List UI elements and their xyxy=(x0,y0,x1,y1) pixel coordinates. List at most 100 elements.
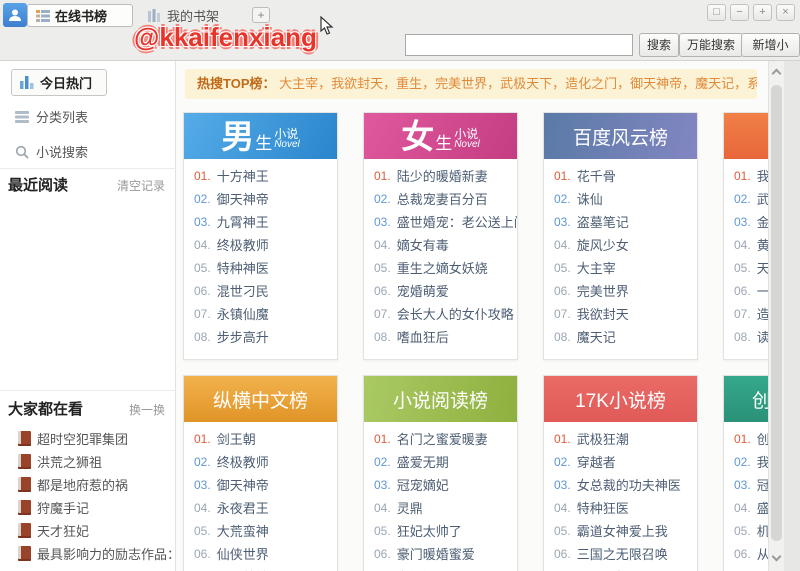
list-item[interactable]: 最具影响力的励志作品：跟 xyxy=(18,542,174,565)
card-header-chuangshi[interactable]: 创世 xyxy=(724,376,768,422)
sidebar-item-novel-search[interactable]: 小说搜索 xyxy=(15,142,88,161)
list-item[interactable]: 05. 天启 xyxy=(734,257,768,280)
list-item[interactable]: 洪荒之狮祖 xyxy=(18,450,174,473)
card-header-female-novel[interactable]: 女 生 小说 Novel xyxy=(364,113,517,159)
new-tab-button[interactable]: + xyxy=(252,7,270,23)
list-item[interactable]: 01. 创世 xyxy=(734,428,768,451)
list-item[interactable]: 04. 终极教师 xyxy=(194,234,337,257)
hot-search-items[interactable]: 大主宰，我欲封天，重生，完美世界，武极天下，造化之门，御天神帝，魔天记，系统，校… xyxy=(279,76,757,91)
list-item[interactable]: 06. 宠婚萌爱 xyxy=(374,280,517,303)
list-item[interactable]: 02. 总裁宠妻百分百 xyxy=(374,188,517,211)
search-button[interactable]: 搜索 xyxy=(639,33,680,57)
book-title: 机甲 xyxy=(756,524,768,539)
list-item[interactable]: 07. 名门深爱 xyxy=(374,566,517,571)
universal-search-button[interactable]: 万能搜索 xyxy=(679,33,744,57)
list-item[interactable]: 05. 机甲 xyxy=(734,520,768,543)
list-item[interactable]: 天才狂妃 xyxy=(18,519,174,542)
list-item[interactable]: 01. 花千骨 xyxy=(554,165,697,188)
list-item[interactable]: 05. 大主宰 xyxy=(554,257,697,280)
list-item[interactable]: 01. 剑王朝 xyxy=(194,428,337,451)
list-item[interactable]: 05. 特种神医 xyxy=(194,257,337,280)
rank-number: 05. xyxy=(734,261,751,275)
card-header-zongheng[interactable]: 纵横中文榜 xyxy=(184,376,337,422)
list-item[interactable]: 07. 星罗万相 xyxy=(554,566,697,571)
list-item[interactable]: 06. 豪门暖婚蜜爱 xyxy=(374,543,517,566)
list-item[interactable]: 02. 终极教师 xyxy=(194,451,337,474)
list-item[interactable]: 08. 步步高升 xyxy=(194,326,337,349)
list-item[interactable]: 狩魔手记 xyxy=(18,496,174,519)
list-item[interactable]: 03. 女总裁的功夫神医 xyxy=(554,474,697,497)
card-header-male-novel[interactable]: 男 生 小说 Novel xyxy=(184,113,337,159)
list-item[interactable]: 06. 从前 xyxy=(734,543,768,566)
list-item[interactable]: 超时空犯罪集团 xyxy=(18,427,174,450)
list-item[interactable]: 08. 嗜血狂后 xyxy=(374,326,517,349)
scrollbar-thumb[interactable] xyxy=(771,85,782,541)
list-item[interactable]: 01. 陆少的暖婚新妻 xyxy=(374,165,517,188)
list-item[interactable]: 05. 大荒蛮神 xyxy=(194,520,337,543)
vertical-scrollbar[interactable] xyxy=(768,61,784,571)
list-item[interactable]: 03. 冠军 xyxy=(734,474,768,497)
scroll-up-icon[interactable] xyxy=(771,68,782,79)
close-button[interactable]: × xyxy=(776,4,795,21)
list-item[interactable]: 都是地府惹的祸 xyxy=(18,473,174,496)
list-item[interactable]: 04. 盛世 xyxy=(734,497,768,520)
list-item[interactable]: 02. 诛仙 xyxy=(554,188,697,211)
list-item[interactable]: 06. 仙侠世界 xyxy=(194,543,337,566)
sidebar-item-today-hot[interactable]: 今日热门 xyxy=(11,69,107,96)
card-header-qidian[interactable]: 起点 xyxy=(724,113,768,159)
list-item[interactable]: 08. 魔天记 xyxy=(554,326,697,349)
user-avatar[interactable] xyxy=(3,3,27,27)
list-item[interactable]: 03. 冠宠嫡妃 xyxy=(374,474,517,497)
list-item[interactable]: 05. 霸道女神爱上我 xyxy=(554,520,697,543)
card-header-reading[interactable]: 小说阅读榜 xyxy=(364,376,517,422)
list-item[interactable]: 04. 嫡女有毒 xyxy=(374,234,517,257)
maximize-button[interactable]: + xyxy=(753,4,772,21)
list-item[interactable]: 06. 完美世界 xyxy=(554,280,697,303)
list-item[interactable]: 05. 狂妃太帅了 xyxy=(374,520,517,543)
list-item[interactable]: 06. 一世 xyxy=(734,280,768,303)
list-item[interactable]: 02. 我身 xyxy=(734,451,768,474)
list-item[interactable]: 01. 武极狂潮 xyxy=(554,428,697,451)
list-item[interactable]: 02. 穿越者 xyxy=(554,451,697,474)
list-item[interactable]: 01. 名门之蜜爱暖妻 xyxy=(374,428,517,451)
tab-online-ranking[interactable]: 在线书榜 xyxy=(27,4,133,27)
list-item[interactable]: 08. 读心 xyxy=(734,326,768,349)
list-item[interactable]: 07. 永镇仙魔 xyxy=(194,303,337,326)
list-item[interactable]: 02. 武极 xyxy=(734,188,768,211)
list-item[interactable]: 03. 金陵 xyxy=(734,211,768,234)
list-item[interactable]: 04. 永夜君王 xyxy=(194,497,337,520)
list-item[interactable]: 07. 造化 xyxy=(734,303,768,326)
add-novel-button[interactable]: 新增小说 xyxy=(741,33,800,74)
list-item[interactable]: 04. 灵鼎 xyxy=(374,497,517,520)
list-item[interactable]: 04. 特种狂医 xyxy=(554,497,697,520)
ranking-list: 01. 花千骨 02. 诛仙 03. 盗墓笔记 04. 旋风少女 05. 大主宰 xyxy=(544,165,697,349)
list-item[interactable]: 03. 盛世婚宠：老公送上门 xyxy=(374,211,517,234)
clear-history-link[interactable]: 清空记录 xyxy=(117,177,165,194)
list-item[interactable]: 01. 十方神王 xyxy=(194,165,337,188)
list-item[interactable]: 04. 旋风少女 xyxy=(554,234,697,257)
scroll-down-icon[interactable] xyxy=(771,551,782,562)
list-item[interactable]: 06. 三国之无限召唤 xyxy=(554,543,697,566)
list-item[interactable]: 03. 盗墓笔记 xyxy=(554,211,697,234)
refresh-link[interactable]: 换一换 xyxy=(129,401,165,418)
list-item[interactable]: 04. 黄金 xyxy=(734,234,768,257)
minimize-button[interactable]: − xyxy=(730,4,749,21)
list-item[interactable]: 02. 盛爱无期 xyxy=(374,451,517,474)
list-item[interactable]: 01. 我欲 xyxy=(734,165,768,188)
card-header-17k[interactable]: 17K小说榜 xyxy=(544,376,697,422)
list-item[interactable]: 05. 重生之嫡女妖娆 xyxy=(374,257,517,280)
rank-number: 04. xyxy=(194,501,211,515)
list-item[interactable]: 07. 星辰 xyxy=(734,566,768,571)
sidebar-item-category-list[interactable]: 分类列表 xyxy=(15,107,88,126)
list-item[interactable]: 07. 我欲封天 xyxy=(554,303,697,326)
category-list-icon xyxy=(15,110,29,123)
skin-button[interactable]: □ xyxy=(707,4,726,21)
list-item[interactable]: 02. 御天神帝 xyxy=(194,188,337,211)
list-item[interactable]: 03. 御天神帝 xyxy=(194,474,337,497)
list-item[interactable]: 07. 不败战神 xyxy=(194,566,337,571)
list-item[interactable]: 03. 九霄神王 xyxy=(194,211,337,234)
list-item[interactable]: 06. 混世刁民 xyxy=(194,280,337,303)
card-header-baidu[interactable]: 百度风云榜 xyxy=(544,113,697,159)
search-input[interactable] xyxy=(405,34,633,56)
list-item[interactable]: 07. 会长大人的女仆攻略 xyxy=(374,303,517,326)
